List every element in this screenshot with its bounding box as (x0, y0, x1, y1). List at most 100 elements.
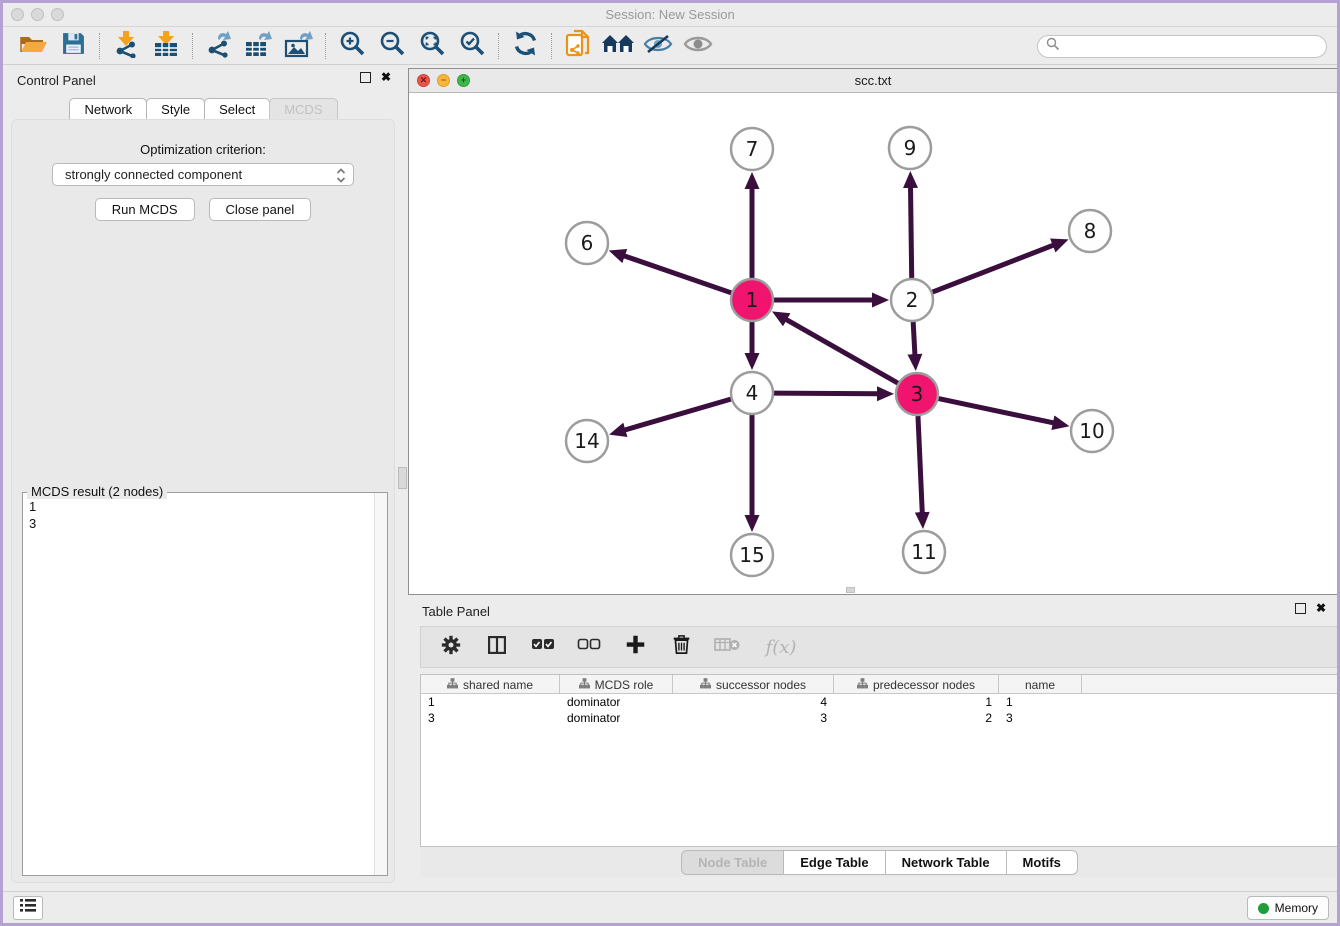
graph-node-7[interactable]: 7 (731, 128, 773, 170)
tab-edge-table[interactable]: Edge Table (783, 850, 885, 875)
open-icon (19, 32, 47, 61)
node-table[interactable]: shared nameMCDS rolesuccessor nodesprede… (420, 674, 1338, 847)
memory-status-icon (1258, 903, 1269, 914)
graph-node-9[interactable]: 9 (889, 127, 931, 169)
function-builder-button[interactable]: f(x) (761, 634, 801, 660)
edge-2-9[interactable] (911, 187, 912, 278)
table-cell[interactable]: 1 (834, 694, 999, 710)
table-cell[interactable]: 3 (999, 710, 1082, 726)
table-cell[interactable]: 4 (673, 694, 834, 710)
zoom-in-icon (339, 30, 366, 62)
memory-button[interactable]: Memory (1247, 896, 1329, 920)
table-cell[interactable]: 3 (421, 710, 560, 726)
tab-select[interactable]: Select (204, 98, 270, 120)
search-box[interactable] (1037, 35, 1327, 58)
column-header-MCDS-role[interactable]: MCDS role (560, 675, 673, 694)
save-session-button[interactable] (53, 30, 93, 62)
export-network-icon (205, 30, 233, 63)
canvas-splitter-grip[interactable] (846, 587, 855, 593)
reset-layout-button[interactable] (598, 30, 638, 62)
result-scrollbar[interactable] (374, 493, 387, 875)
edge-3-10[interactable] (939, 399, 1054, 423)
table-row[interactable]: 1dominator411 (421, 694, 1337, 710)
first-neighbors-icon (564, 29, 592, 64)
graph-node-3[interactable]: 3 (896, 373, 938, 415)
open-session-button[interactable] (13, 30, 53, 62)
delete-column-button[interactable] (669, 634, 693, 660)
edge-2-3[interactable] (913, 322, 915, 355)
task-history-button[interactable] (13, 896, 43, 920)
toolbar-separator (551, 33, 552, 59)
export-network-button[interactable] (199, 30, 239, 62)
table-cell[interactable]: 3 (673, 710, 834, 726)
graph-node-4[interactable]: 4 (731, 372, 773, 414)
float-panel-icon[interactable] (360, 72, 371, 83)
column-header-predecessor-nodes[interactable]: predecessor nodes (834, 675, 999, 694)
graph-node-2[interactable]: 2 (891, 279, 933, 321)
create-column-button[interactable] (623, 634, 647, 660)
mcds-result-list[interactable]: 13 (23, 496, 373, 875)
close-panel-icon[interactable]: ✖ (381, 72, 391, 83)
show-all-button[interactable] (678, 30, 718, 62)
export-table-button[interactable] (239, 30, 279, 62)
graph-node-8[interactable]: 8 (1069, 210, 1111, 252)
edge-1-6[interactable] (624, 256, 731, 293)
first-neighbors-button[interactable] (558, 30, 598, 62)
tab-node-table[interactable]: Node Table (681, 850, 784, 875)
float-table-panel-icon[interactable] (1295, 603, 1306, 614)
edge-4-14[interactable] (624, 399, 730, 430)
close-panel-button[interactable]: Close panel (209, 198, 312, 221)
tab-network[interactable]: Network (69, 98, 147, 120)
network-canvas[interactable]: 7 9 6 8 1 2 4 3 14 10 15 11 (409, 93, 1337, 594)
table-settings-button[interactable] (439, 634, 463, 660)
tab-motifs[interactable]: Motifs (1006, 850, 1078, 875)
zoom-selected-icon (459, 30, 486, 62)
memory-label: Memory (1275, 901, 1318, 915)
table-cell[interactable]: 1 (421, 694, 560, 710)
edge-3-11[interactable] (918, 416, 922, 513)
zoom-fit-button[interactable] (412, 30, 452, 62)
graph-node-10[interactable]: 10 (1071, 410, 1113, 452)
destroy-table-button[interactable] (715, 634, 739, 660)
select-all-button[interactable] (531, 634, 555, 660)
table-cell[interactable]: 2 (834, 710, 999, 726)
show-columns-button[interactable] (485, 634, 509, 660)
edge-2-8[interactable] (933, 245, 1054, 292)
zoom-selected-button[interactable] (452, 30, 492, 62)
column-header-successor-nodes[interactable]: successor nodes (673, 675, 834, 694)
graph-node-6[interactable]: 6 (566, 222, 608, 264)
network-graph[interactable]: 7 9 6 8 1 2 4 3 14 10 15 11 (409, 93, 1337, 594)
search-input[interactable] (1060, 38, 1326, 56)
column-header-name[interactable]: name (999, 675, 1082, 694)
column-header-shared-name[interactable]: shared name (421, 675, 560, 694)
table-row[interactable]: 3dominator323 (421, 710, 1337, 726)
graph-node-14[interactable]: 14 (566, 420, 608, 462)
splitter-grip[interactable] (398, 467, 407, 489)
deselect-all-button[interactable] (577, 634, 601, 660)
graph-node-1[interactable]: 1 (731, 279, 773, 321)
export-image-button[interactable] (279, 30, 319, 62)
edge-4-3[interactable] (774, 393, 878, 394)
zoom-in-button[interactable] (332, 30, 372, 62)
edge-3-1[interactable] (786, 319, 898, 383)
table-toolbar: f(x) (420, 626, 1338, 668)
import-network-button[interactable] (106, 30, 146, 62)
tab-style[interactable]: Style (146, 98, 205, 120)
graph-node-15[interactable]: 15 (731, 534, 773, 576)
graph-node-11[interactable]: 11 (903, 531, 945, 573)
tab-network-table[interactable]: Network Table (885, 850, 1007, 875)
vertical-splitter[interactable] (401, 67, 406, 887)
trash-icon (672, 634, 691, 660)
table-cell[interactable]: dominator (560, 694, 673, 710)
hide-selected-button[interactable] (638, 30, 678, 62)
close-table-panel-icon[interactable]: ✖ (1316, 603, 1326, 614)
export-table-icon (244, 30, 274, 63)
table-cell[interactable]: 1 (999, 694, 1082, 710)
import-table-button[interactable] (146, 30, 186, 62)
zoom-out-button[interactable] (372, 30, 412, 62)
tab-mcds[interactable]: MCDS (269, 98, 337, 120)
table-cell[interactable]: dominator (560, 710, 673, 726)
refresh-view-button[interactable] (505, 30, 545, 62)
run-mcds-button[interactable]: Run MCDS (95, 198, 195, 221)
criterion-dropdown[interactable]: strongly connected component (52, 163, 354, 186)
